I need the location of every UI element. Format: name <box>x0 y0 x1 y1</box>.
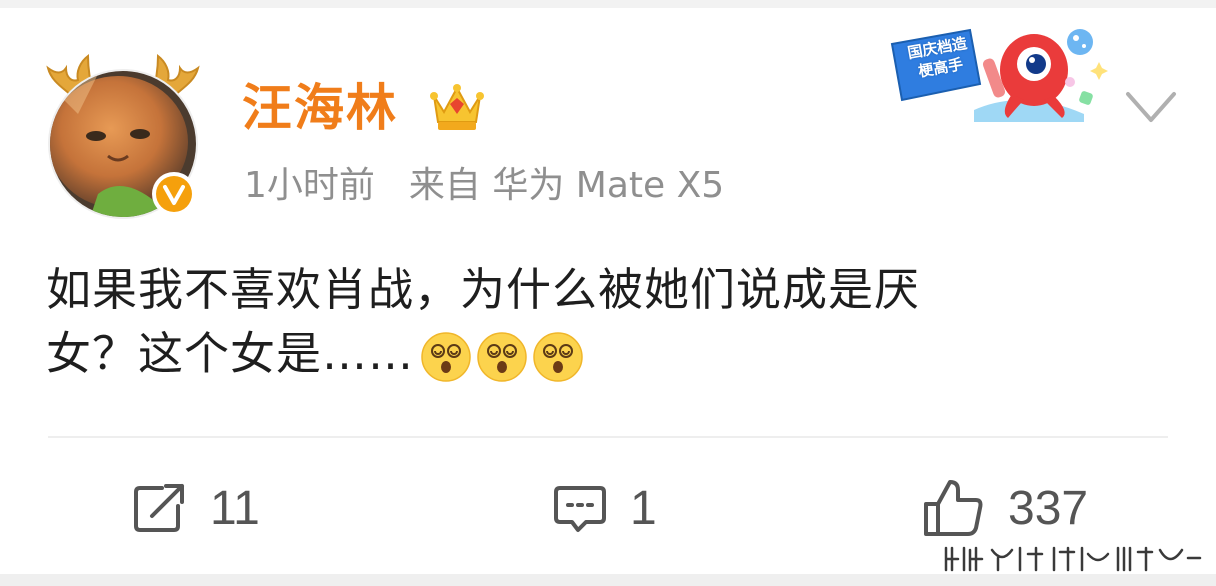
bottom-strip <box>0 574 1216 586</box>
comment-count: 1 <box>630 481 657 535</box>
like-count: 337 <box>1008 481 1089 535</box>
repost-button[interactable]: 11 <box>132 476 260 540</box>
watermark-icon <box>944 546 1202 572</box>
weibo-post-card: 汪海林 1小时前 来自 华为 Mate X5 国庆档造梗高手 如果我不喜欢肖战，… <box>0 8 1216 574</box>
like-button[interactable]: 337 <box>922 476 1088 540</box>
comment-button[interactable]: 1 <box>552 476 657 540</box>
repost-icon <box>134 484 184 532</box>
thumbs-up-icon <box>924 480 983 536</box>
emoji-row <box>420 331 588 383</box>
post-meta: 1小时前 来自 华为 Mate X5 <box>244 164 724 208</box>
dizzy-face-icon <box>421 332 471 382</box>
user-name[interactable]: 汪海林 <box>242 78 398 138</box>
top-strip <box>0 0 1216 8</box>
chevron-down-icon[interactable] <box>1124 86 1178 130</box>
comment-icon <box>554 486 606 532</box>
post-body-line-2: 女？这个女是…… <box>46 322 1166 386</box>
event-badge[interactable]: 国庆档造梗高手 <box>884 18 1116 130</box>
repost-count: 11 <box>210 481 260 535</box>
post-time: 1小时前 <box>244 165 375 206</box>
post-body-line-1: 如果我不喜欢肖战，为什么被她们说成是厌 <box>46 263 921 316</box>
post-body-text-2: 女？这个女是…… <box>46 327 415 380</box>
dizzy-face-icon <box>477 332 527 382</box>
avatar-image <box>46 53 200 219</box>
dizzy-face-icon <box>533 332 583 382</box>
post-body: 如果我不喜欢肖战，为什么被她们说成是厌 女？这个女是…… <box>46 258 1166 386</box>
crown-icon[interactable] <box>428 78 486 134</box>
verified-badge-icon <box>152 172 196 216</box>
avatar[interactable] <box>38 44 208 220</box>
post-source: 来自 华为 Mate X5 <box>408 165 725 206</box>
divider <box>48 436 1168 438</box>
